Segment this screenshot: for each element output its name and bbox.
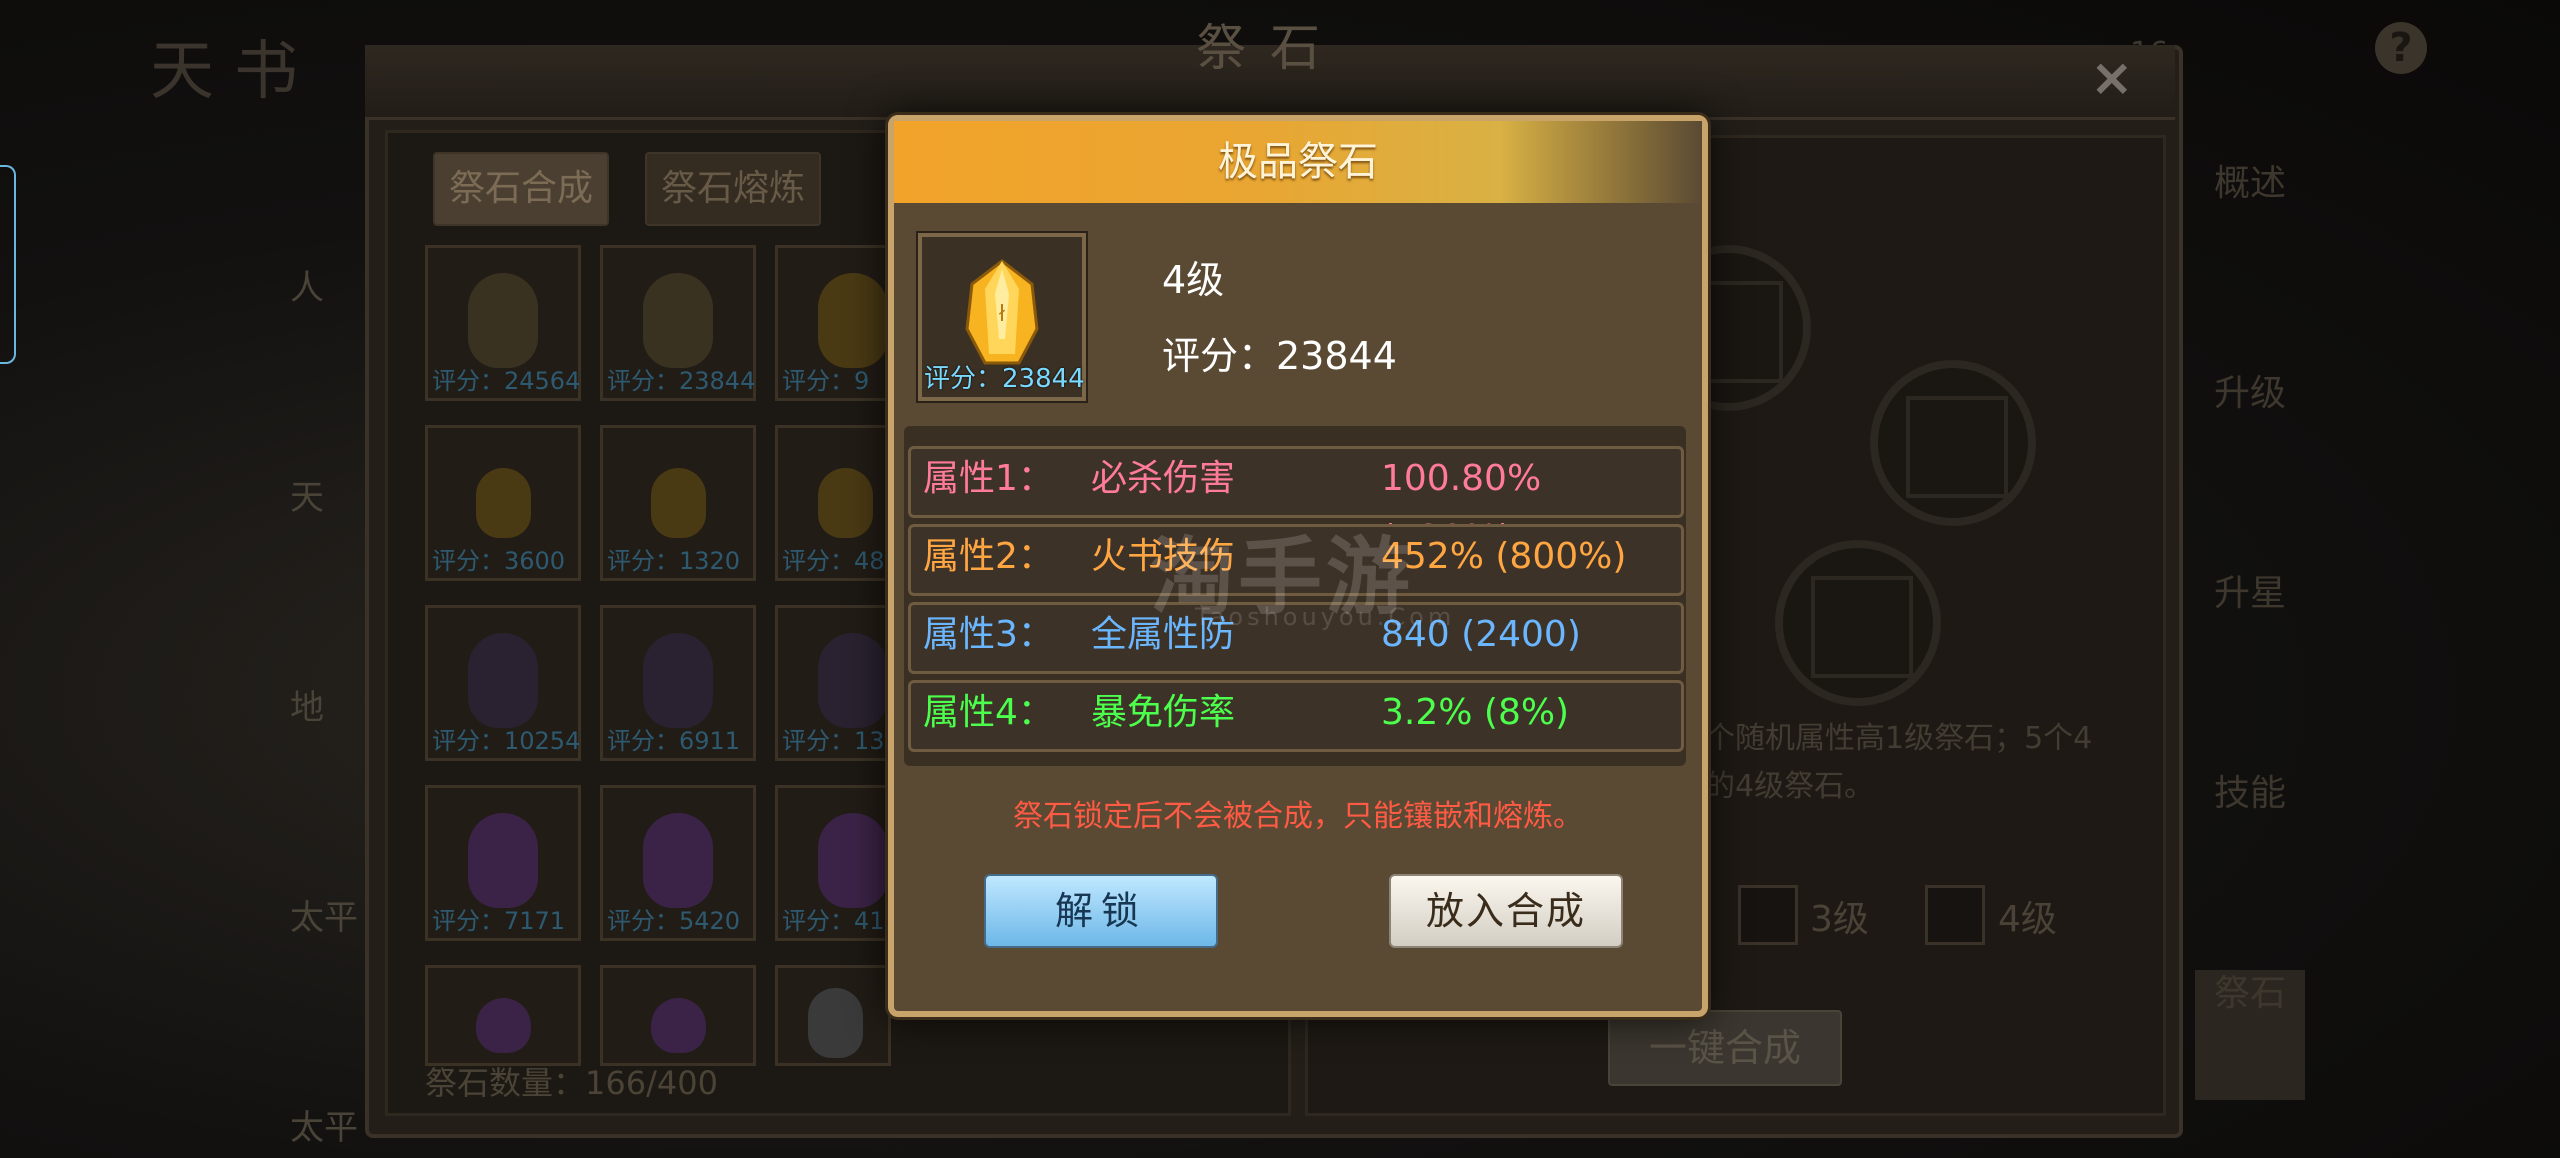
- stone-slot[interactable]: 评分：9: [775, 245, 891, 401]
- stone-slot[interactable]: [600, 965, 756, 1066]
- slot-score: 评分：23844: [607, 367, 756, 395]
- purple-shield-stone-icon: [818, 633, 888, 728]
- modal-title: 极品祭石: [1218, 139, 1378, 185]
- item-icon-frame: ł 评分：23844: [916, 231, 1088, 403]
- watermark-sub: Taoshouyou.Com: [1195, 603, 1456, 631]
- nav-star-up[interactable]: 升星: [2195, 570, 2305, 618]
- stone-slot[interactable]: 评分：13: [775, 605, 891, 761]
- slot-score: 评分：10254: [432, 727, 581, 755]
- stone-slot[interactable]: [775, 965, 891, 1066]
- description-line: 的4级祭石。: [1705, 769, 1875, 804]
- slot-score: 评分：5420: [607, 907, 741, 935]
- item-rating: 评分：23844: [1162, 334, 1397, 378]
- purple-crystal-icon: [468, 813, 538, 908]
- nav-stone[interactable]: 祭石: [2195, 970, 2305, 1100]
- lock-note: 祭石锁定后不会被合成，只能镶嵌和熔炼。: [1013, 799, 1583, 834]
- attribute-value: 3.2% (8%): [1381, 692, 1570, 733]
- attribute-row: 属性4： 暴免伤率 3.2% (8%): [908, 680, 1684, 752]
- level-4-label: 4级: [1998, 899, 2057, 940]
- stone-slot[interactable]: 评分：3600: [425, 425, 581, 581]
- close-icon[interactable]: ×: [2090, 48, 2134, 108]
- slot-score: 评分：13: [782, 727, 885, 755]
- stone-count-label: 祭石数量：166/400: [425, 1064, 718, 1102]
- purple-gem-icon: [476, 998, 531, 1053]
- put-into-synthesis-button[interactable]: 放入合成: [1389, 874, 1623, 948]
- stone-slot[interactable]: 评分：24564: [425, 245, 581, 401]
- attribute-value: 452% (800%): [1381, 536, 1627, 577]
- yellow-gem-icon: [476, 468, 531, 538]
- attribute-key: 属性1：: [923, 458, 1054, 499]
- level-3-label: 3级: [1810, 899, 1869, 940]
- nav-upgrade[interactable]: 升级: [2195, 370, 2305, 418]
- left-category-list: 人 天 地 太平 太平: [240, 120, 380, 1148]
- item-level: 4级: [1162, 258, 1225, 302]
- nav-skill[interactable]: 技能: [2195, 770, 2305, 818]
- attribute-name: 暴免伤率: [1091, 692, 1236, 733]
- stone-slot[interactable]: 评分：41: [775, 785, 891, 941]
- stone-slot[interactable]: 评分：10254: [425, 605, 581, 761]
- purple-gem-icon: [651, 998, 706, 1053]
- slot-score: 评分：3600: [432, 547, 566, 575]
- left-list-item[interactable]: 人: [290, 260, 324, 309]
- slot-score: 评分：9: [782, 367, 870, 395]
- slot-score: 评分：1320: [607, 547, 741, 575]
- one-key-synthesis-button[interactable]: 一键合成: [1608, 1010, 1842, 1086]
- unlock-button[interactable]: 解锁: [984, 874, 1218, 948]
- tab-stone-smelting[interactable]: 祭石熔炼: [645, 152, 822, 226]
- attribute-key: 属性3：: [923, 614, 1054, 655]
- main-window-title: 祭石: [1196, 19, 1344, 77]
- stone-slot[interactable]: [425, 965, 581, 1066]
- side-drawer-tab[interactable]: [0, 165, 16, 364]
- stone-slot[interactable]: 评分：48: [775, 425, 891, 581]
- purple-crystal-icon: [643, 813, 713, 908]
- left-list-item[interactable]: 天: [290, 470, 324, 519]
- description-line: 个随机属性高1级祭石；5个4: [1705, 721, 2093, 756]
- slot-score: 评分：6911: [607, 727, 741, 755]
- slot-score: 评分：41: [782, 907, 885, 935]
- slot-score: 评分：24564: [432, 367, 581, 395]
- left-list-item[interactable]: 地: [290, 680, 324, 729]
- level-4-checkbox[interactable]: [1925, 885, 1985, 945]
- synthesis-slot[interactable]: [1775, 540, 1941, 706]
- gold-shield-stone-icon: [643, 273, 713, 368]
- yellow-gem-icon: [651, 468, 706, 538]
- nav-overview[interactable]: 概述: [2195, 160, 2305, 208]
- synthesis-description: 个随机属性高1级祭石；5个4 的4级祭石。: [1705, 715, 2092, 811]
- attribute-key: 属性2：: [923, 536, 1054, 577]
- slot-score: 评分：48: [782, 547, 885, 575]
- attribute-row: 属性1： 必杀伤害 100.80% (120%): [908, 446, 1684, 559]
- stone-slot[interactable]: 评分：6911: [600, 605, 756, 761]
- slot-score: 评分：7171: [432, 907, 566, 935]
- white-crystal-icon: [808, 988, 863, 1058]
- purple-shield-stone-icon: [468, 633, 538, 728]
- synthesis-slot[interactable]: [1870, 360, 2036, 526]
- yellow-crystal-icon: ł: [965, 259, 1039, 365]
- yellow-crystal-icon: [818, 273, 888, 368]
- stone-slot[interactable]: 评分：23844: [600, 245, 756, 401]
- stone-slot[interactable]: 评分：1320: [600, 425, 756, 581]
- left-list-item[interactable]: 太平: [290, 890, 358, 939]
- purple-shield-stone-icon: [643, 633, 713, 728]
- stone-slot[interactable]: 评分：7171: [425, 785, 581, 941]
- item-score: 评分：23844: [924, 364, 1085, 394]
- level-3-checkbox[interactable]: [1738, 885, 1798, 945]
- left-list-item[interactable]: 太平: [290, 1100, 358, 1149]
- stone-slot[interactable]: 评分：5420: [600, 785, 756, 941]
- purple-crystal-icon: [818, 813, 888, 908]
- svg-text:ł: ł: [999, 302, 1006, 327]
- attribute-name: 必杀伤害: [1091, 458, 1236, 499]
- tab-stone-synthesis[interactable]: 祭石合成: [433, 152, 610, 226]
- gold-shield-stone-icon: [468, 273, 538, 368]
- attribute-key: 属性4：: [923, 692, 1054, 733]
- yellow-gem-icon: [818, 468, 873, 538]
